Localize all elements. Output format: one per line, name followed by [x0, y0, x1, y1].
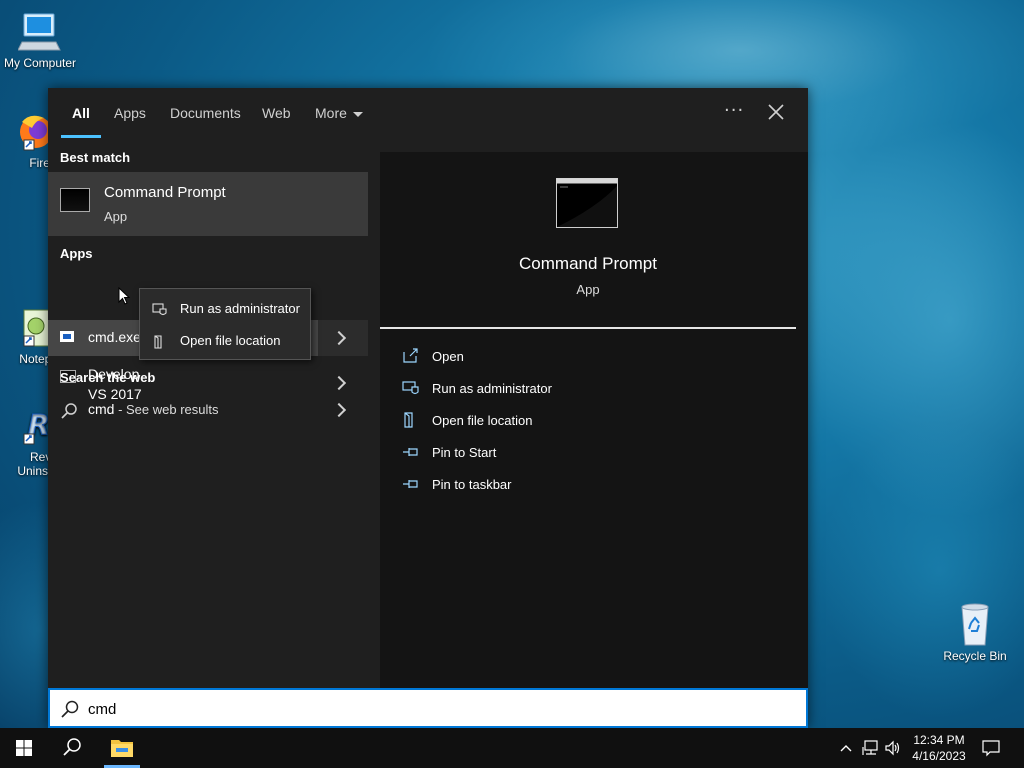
- results-list: Best match Command Prompt App Apps cmd.e…: [48, 140, 368, 688]
- shield-icon: [152, 302, 168, 316]
- best-match-title: Command Prompt: [104, 184, 226, 201]
- search-box[interactable]: [48, 688, 808, 728]
- folder-icon: [104, 740, 140, 768]
- shield-icon: [402, 380, 420, 396]
- search-tabs-bar: All Apps Documents Web More ···: [48, 88, 808, 140]
- action-open-file-location[interactable]: Open file location: [402, 408, 702, 436]
- web-query: cmd: [88, 401, 115, 417]
- mouse-cursor-icon: [118, 286, 131, 305]
- section-best-match: Best match: [60, 150, 131, 165]
- notifications-icon[interactable]: [982, 739, 1000, 757]
- divider: [380, 327, 796, 329]
- cmd-exe-icon: [60, 331, 74, 342]
- clock-date: 4/16/2023: [912, 749, 966, 763]
- chevron-right-icon: [331, 330, 347, 346]
- folder-location-icon: [402, 412, 420, 428]
- action-open-label: Open: [432, 349, 464, 364]
- active-tab-indicator: [61, 135, 101, 138]
- section-search-the-web: Search the web: [60, 370, 156, 385]
- search-icon: [63, 738, 81, 756]
- detail-title: Command Prompt: [519, 254, 657, 273]
- action-run-as-administrator[interactable]: Run as administrator: [402, 376, 702, 404]
- taskbar: 12:34 PM 4/16/2023: [0, 728, 1024, 768]
- open-icon: [402, 348, 420, 364]
- clock[interactable]: 12:34 PM 4/16/2023: [900, 732, 978, 764]
- command-prompt-icon: [60, 188, 90, 212]
- chevron-down-icon: [352, 111, 363, 117]
- result-detail-pane: Command Prompt App Open Run as administr…: [380, 152, 808, 688]
- folder-location-icon: [152, 334, 168, 349]
- web-result-cmd[interactable]: cmd - See web results: [48, 394, 368, 426]
- tab-documents[interactable]: Documents: [170, 105, 241, 121]
- action-run-as-administrator-label: Run as administrator: [432, 381, 552, 396]
- start-button[interactable]: [0, 728, 48, 768]
- tab-all[interactable]: All: [72, 105, 90, 121]
- action-pin-to-start-label: Pin to Start: [432, 445, 497, 460]
- network-icon[interactable]: [862, 739, 880, 757]
- context-open-file-location[interactable]: Open file location: [140, 325, 310, 357]
- search-icon: [60, 699, 80, 719]
- tab-more[interactable]: More: [315, 105, 363, 121]
- cmd-exe-label: cmd.exe: [88, 329, 141, 345]
- best-match-subtitle: App: [104, 209, 128, 224]
- close-icon[interactable]: [764, 100, 788, 124]
- computer-icon: [17, 10, 62, 54]
- chevron-right-icon[interactable]: [331, 375, 347, 391]
- action-pin-to-taskbar[interactable]: Pin to taskbar: [402, 472, 702, 500]
- web-suffix: - See web results: [114, 402, 219, 417]
- web-result-text: cmd - See web results: [88, 401, 219, 417]
- recycle-bin-icon: [953, 603, 997, 647]
- tab-apps[interactable]: Apps: [114, 105, 146, 121]
- clock-time: 12:34 PM: [913, 733, 965, 747]
- file-explorer-button[interactable]: [102, 728, 142, 768]
- pin-icon: [402, 476, 420, 492]
- best-match-result[interactable]: Command Prompt App: [48, 172, 368, 236]
- command-prompt-large-icon: [556, 178, 618, 228]
- taskbar-search-button[interactable]: [48, 728, 96, 768]
- action-open[interactable]: Open: [402, 344, 702, 372]
- action-pin-to-start[interactable]: Pin to Start: [402, 440, 702, 468]
- pin-icon: [402, 444, 420, 460]
- context-menu: Run as administrator Open file location: [139, 288, 311, 360]
- context-run-as-administrator-label: Run as administrator: [180, 301, 300, 316]
- desktop-icon-my-computer[interactable]: My Computer: [0, 10, 80, 70]
- chevron-right-icon[interactable]: [331, 402, 347, 418]
- search-panel: All Apps Documents Web More ··· Best mat…: [48, 88, 808, 728]
- section-apps: Apps: [60, 246, 93, 261]
- windows-logo-icon: [16, 740, 32, 756]
- action-pin-to-taskbar-label: Pin to taskbar: [432, 477, 512, 492]
- tab-more-label: More: [315, 105, 347, 121]
- tab-web[interactable]: Web: [262, 105, 291, 121]
- show-hidden-icons-icon[interactable]: [838, 740, 854, 756]
- context-open-file-location-label: Open file location: [180, 333, 281, 348]
- action-open-file-location-label: Open file location: [432, 413, 533, 428]
- desktop-icon-recycle-bin[interactable]: Recycle Bin: [935, 603, 1015, 663]
- detail-subtitle: App: [576, 282, 600, 297]
- context-run-as-administrator[interactable]: Run as administrator: [140, 293, 310, 325]
- cmd-exe-expand-button[interactable]: [318, 320, 368, 356]
- search-icon: [60, 402, 78, 420]
- search-input[interactable]: [88, 698, 688, 720]
- more-options-icon[interactable]: ···: [724, 100, 744, 121]
